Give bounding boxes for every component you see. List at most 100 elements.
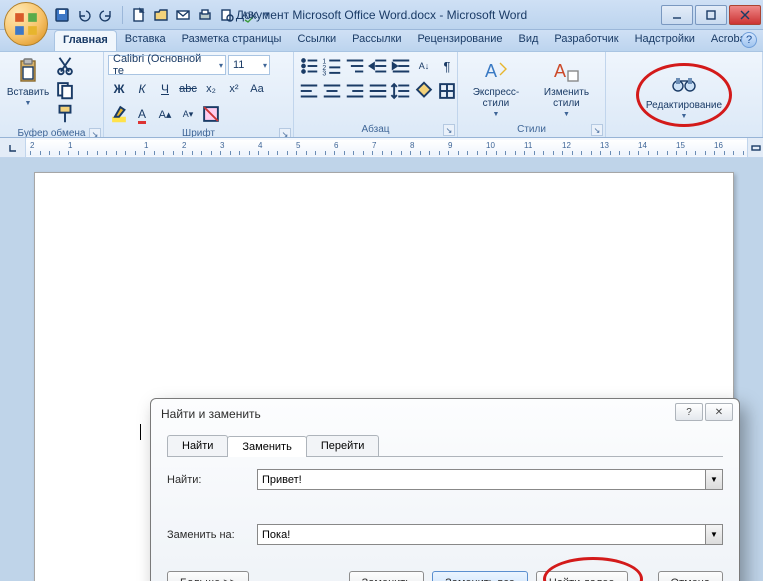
save-icon[interactable] bbox=[54, 7, 70, 23]
ruler-toggle-button[interactable] bbox=[747, 138, 763, 157]
ruler-tick bbox=[553, 151, 554, 155]
indent-dec-button[interactable] bbox=[367, 55, 389, 77]
bullets-button[interactable] bbox=[298, 55, 320, 77]
ruler-tick bbox=[448, 151, 449, 155]
tab-selector[interactable] bbox=[0, 138, 26, 157]
styles-launcher[interactable]: ↘ bbox=[591, 124, 603, 136]
grow-font-button[interactable]: A▴ bbox=[154, 103, 176, 125]
dialog-help-button[interactable]: ? bbox=[675, 403, 703, 421]
replace-button[interactable]: Заменить bbox=[349, 571, 424, 581]
paste-button[interactable]: Вставить ▼ bbox=[4, 55, 52, 109]
superscript-button[interactable]: x² bbox=[223, 78, 245, 100]
font-size-combo[interactable]: 11 bbox=[228, 55, 270, 75]
tab-addins[interactable]: Надстройки bbox=[627, 30, 703, 51]
underline-button[interactable]: Ч bbox=[154, 78, 176, 100]
open-icon[interactable] bbox=[153, 7, 169, 23]
dialog-tab-goto[interactable]: Перейти bbox=[306, 435, 380, 456]
ruler-tick bbox=[306, 151, 307, 155]
tab-mailings[interactable]: Рассылки bbox=[344, 30, 409, 51]
undo-icon[interactable] bbox=[76, 7, 92, 23]
cancel-button[interactable]: Отмена bbox=[658, 571, 723, 581]
replace-history-dropdown[interactable]: ▼ bbox=[705, 525, 722, 544]
ruler-tick bbox=[648, 151, 649, 155]
subscript-button[interactable]: x₂ bbox=[200, 78, 222, 100]
ruler-number: 3 bbox=[220, 141, 224, 150]
format-painter-button[interactable] bbox=[54, 103, 76, 125]
dialog-tab-replace[interactable]: Заменить bbox=[227, 436, 306, 457]
ruler-tick bbox=[724, 151, 725, 155]
replace-input[interactable]: Пока! ▼ bbox=[257, 524, 723, 545]
paragraph-launcher[interactable]: ↘ bbox=[443, 124, 455, 136]
tab-view[interactable]: Вид bbox=[511, 30, 547, 51]
find-next-button[interactable]: Найти далее bbox=[536, 571, 628, 581]
change-styles-button[interactable]: A Изменить стили ▼ bbox=[532, 55, 601, 120]
ruler-tick bbox=[325, 151, 326, 155]
font-name-combo[interactable]: Calibri (Основной те bbox=[108, 55, 226, 75]
ruler-tick bbox=[657, 151, 658, 155]
editing-button[interactable]: Редактирование ▼ bbox=[641, 68, 727, 122]
ruler-tick bbox=[714, 151, 715, 155]
find-history-dropdown[interactable]: ▼ bbox=[705, 470, 722, 489]
borders-button[interactable] bbox=[436, 80, 458, 102]
ruler-number: 1 bbox=[144, 141, 148, 150]
align-left-button[interactable] bbox=[298, 80, 320, 102]
maximize-button[interactable] bbox=[695, 5, 727, 25]
numbering-button[interactable]: 123 bbox=[321, 55, 343, 77]
copy-button[interactable] bbox=[54, 79, 76, 101]
dialog-tab-find[interactable]: Найти bbox=[167, 435, 228, 456]
ruler-tick bbox=[97, 151, 98, 155]
office-button[interactable] bbox=[4, 2, 48, 46]
tab-references[interactable]: Ссылки bbox=[289, 30, 344, 51]
tab-home[interactable]: Главная bbox=[54, 30, 117, 51]
ruler-number: 14 bbox=[638, 141, 647, 150]
bold-button[interactable]: Ж bbox=[108, 78, 130, 100]
tab-layout[interactable]: Разметка страницы bbox=[174, 30, 290, 51]
show-marks-button[interactable]: ¶ bbox=[436, 55, 458, 77]
justify-button[interactable] bbox=[367, 80, 389, 102]
align-right-button[interactable] bbox=[344, 80, 366, 102]
ruler-tick bbox=[334, 151, 335, 155]
minimize-button[interactable] bbox=[661, 5, 693, 25]
more-button[interactable]: Больше >> bbox=[167, 571, 249, 581]
align-center-button[interactable] bbox=[321, 80, 343, 102]
multilevel-button[interactable] bbox=[344, 55, 366, 77]
quick-styles-button[interactable]: A Экспресс-стили ▼ bbox=[462, 55, 530, 120]
ruler-tick bbox=[733, 151, 734, 155]
line-spacing-button[interactable] bbox=[390, 80, 412, 102]
ruler-row: 211234567891011121314151617 bbox=[0, 138, 763, 158]
dialog-close-button[interactable]: ✕ bbox=[705, 403, 733, 421]
ruler-tick bbox=[543, 151, 544, 155]
change-case-button[interactable]: Aa bbox=[246, 78, 268, 100]
ruler-tick bbox=[610, 151, 611, 155]
italic-button[interactable]: К bbox=[131, 78, 153, 100]
quick-print-icon[interactable] bbox=[197, 7, 213, 23]
highlight-button[interactable] bbox=[108, 103, 130, 125]
shading-button[interactable] bbox=[413, 80, 435, 102]
redo-icon[interactable] bbox=[98, 7, 114, 23]
find-input[interactable]: Привет! ▼ bbox=[257, 469, 723, 490]
sort-button[interactable]: А↓ bbox=[413, 55, 435, 77]
new-doc-icon[interactable] bbox=[131, 7, 147, 23]
clear-format-button[interactable] bbox=[200, 103, 222, 125]
close-button[interactable] bbox=[729, 5, 761, 25]
replace-all-button[interactable]: Заменить все bbox=[432, 571, 528, 581]
horizontal-ruler[interactable]: 211234567891011121314151617 bbox=[26, 140, 747, 156]
print-preview-icon[interactable] bbox=[219, 7, 235, 23]
replace-input-value: Пока! bbox=[262, 529, 290, 541]
indent-inc-button[interactable] bbox=[390, 55, 412, 77]
tab-developer[interactable]: Разработчик bbox=[546, 30, 626, 51]
clipboard-launcher[interactable]: ↘ bbox=[89, 128, 101, 138]
font-color-button[interactable]: A bbox=[131, 103, 153, 125]
tab-insert[interactable]: Вставка bbox=[117, 30, 174, 51]
tab-review[interactable]: Рецензирование bbox=[410, 30, 511, 51]
help-button[interactable]: ? bbox=[741, 32, 757, 48]
ruler-tick bbox=[173, 151, 174, 155]
dialog-titlebar[interactable]: Найти и заменить ? ✕ bbox=[151, 399, 739, 429]
strike-button[interactable]: abc bbox=[177, 78, 199, 100]
cut-button[interactable] bbox=[54, 55, 76, 77]
ruler-tick bbox=[420, 151, 421, 155]
ruler-tick bbox=[667, 151, 668, 155]
mail-icon[interactable] bbox=[175, 7, 191, 23]
font-launcher[interactable]: ↘ bbox=[279, 128, 291, 138]
shrink-font-button[interactable]: A▾ bbox=[177, 103, 199, 125]
